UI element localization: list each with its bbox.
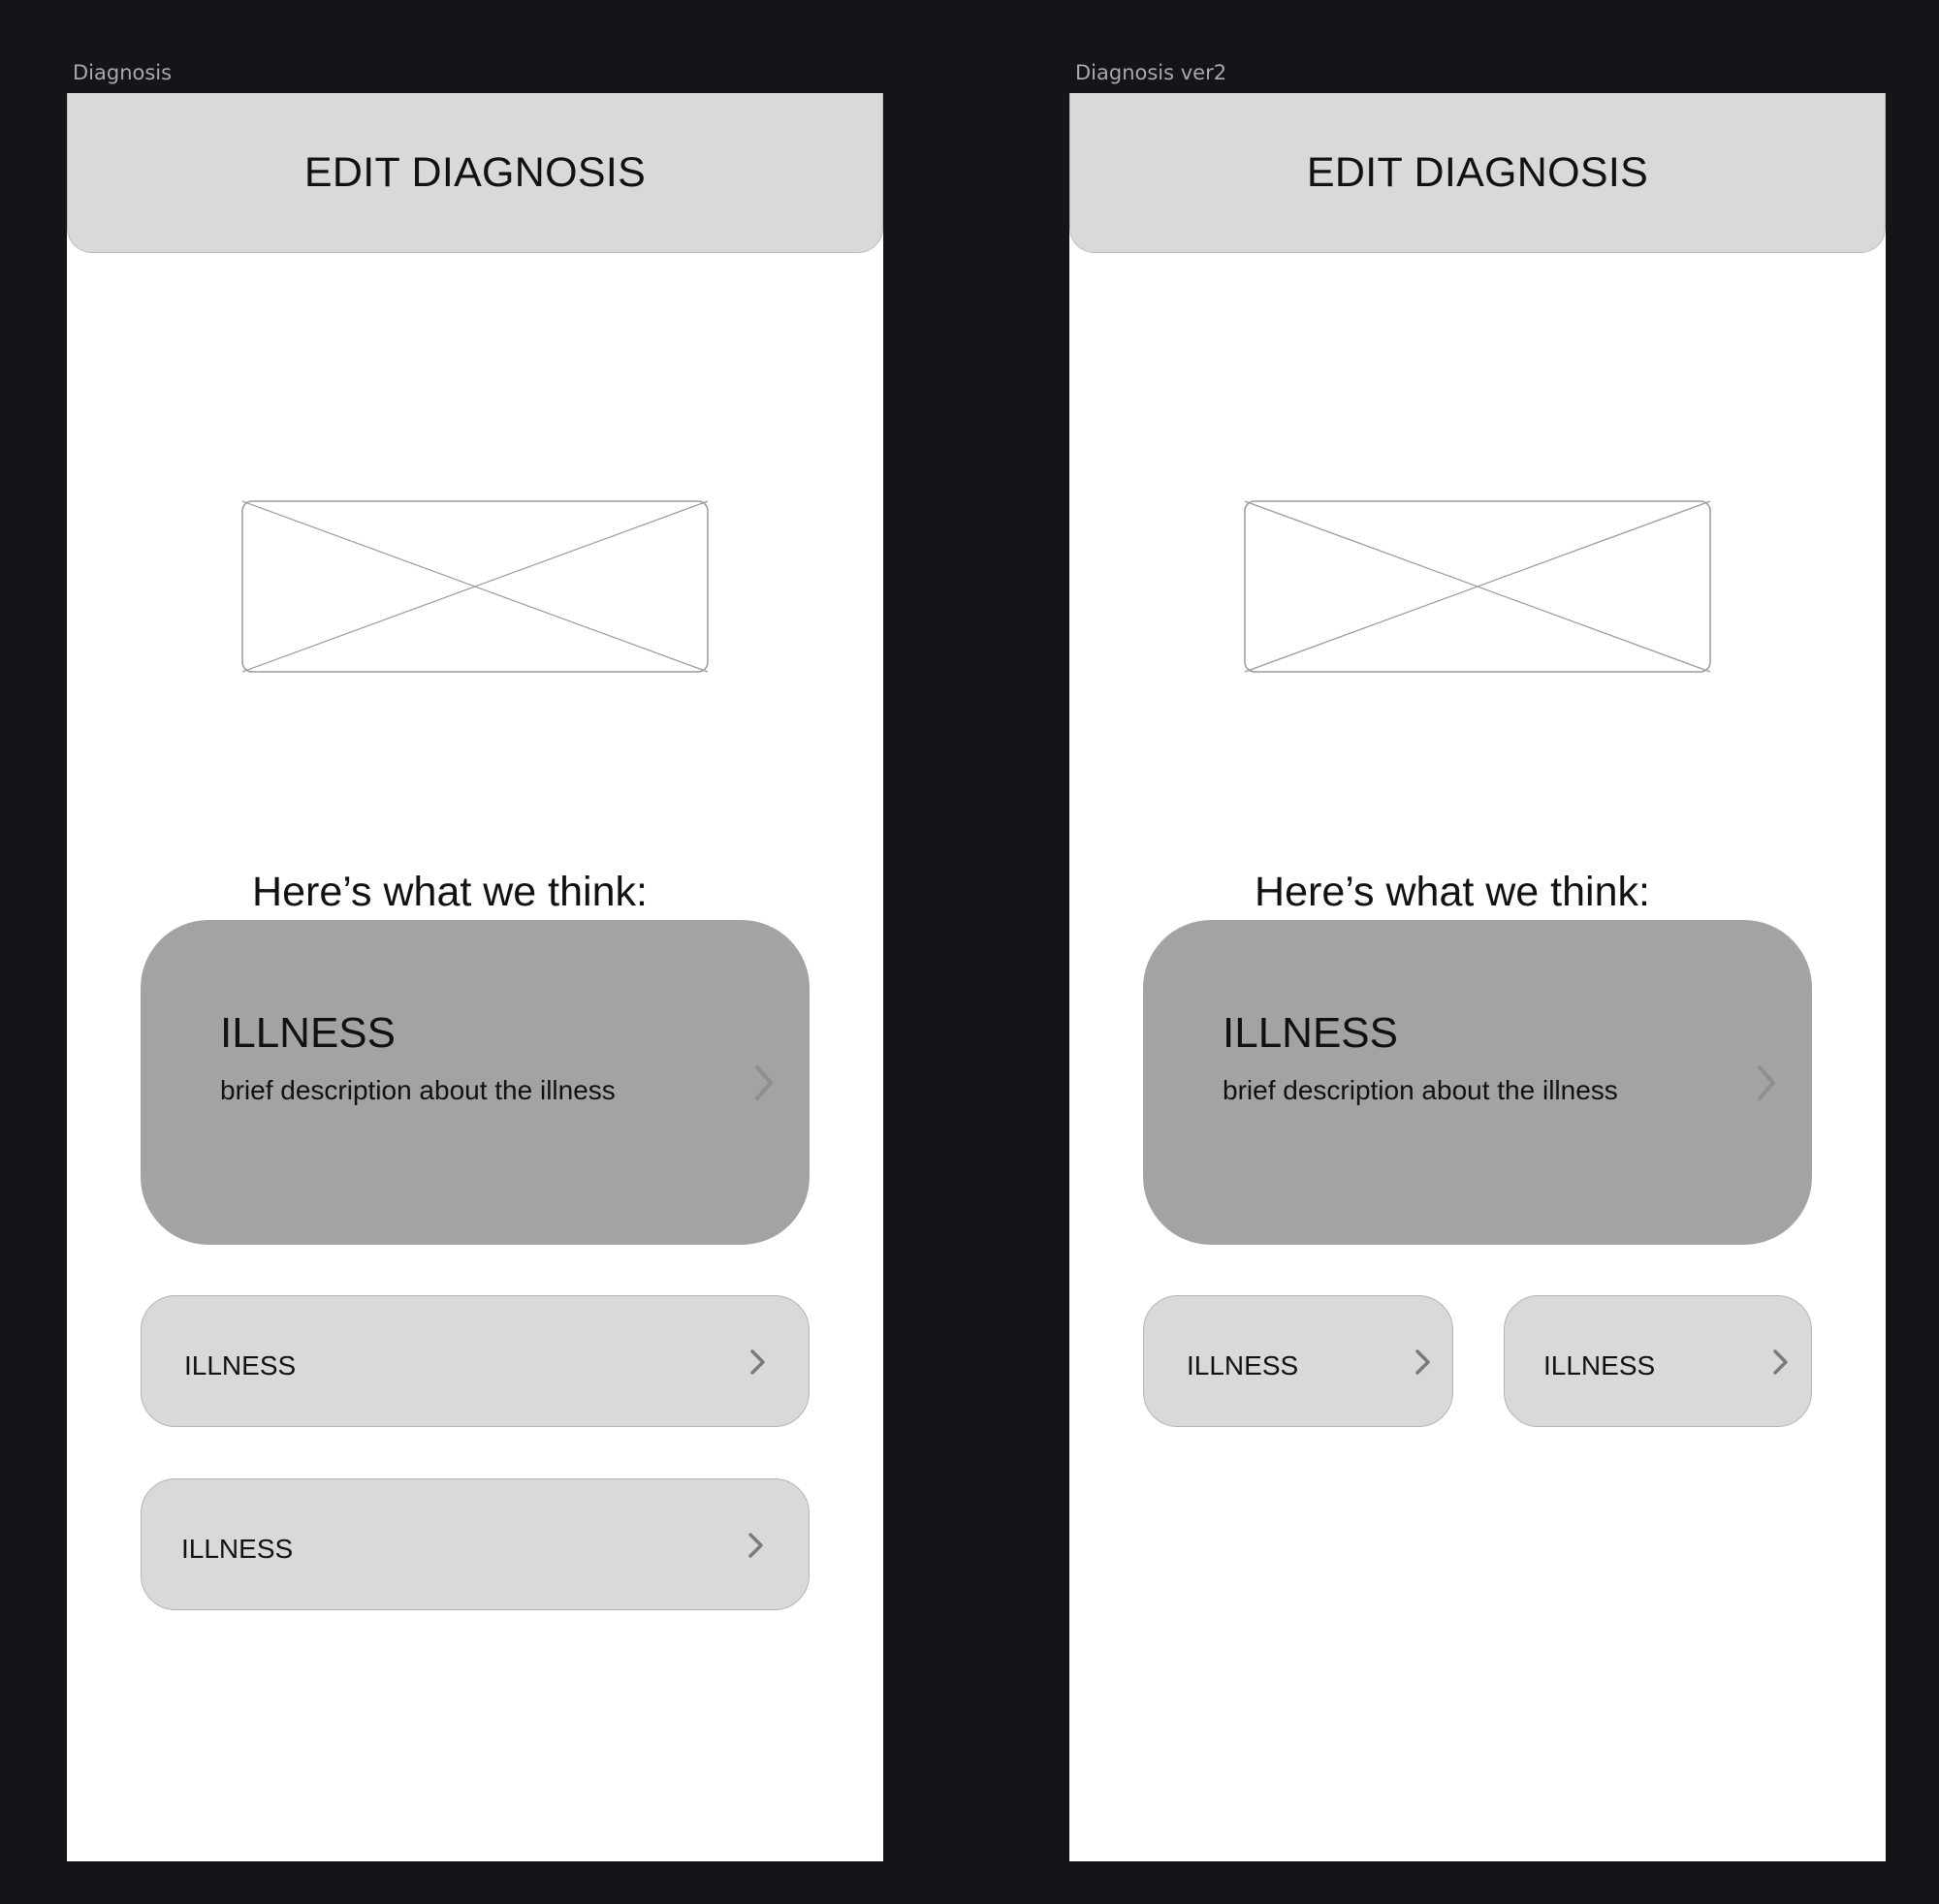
option-label: ILLNESS (184, 1350, 297, 1380)
primary-illness-title: ILLNESS (220, 1009, 396, 1057)
primary-illness-description: brief description about the illness (220, 1075, 616, 1105)
option-label: ILLNESS (1187, 1350, 1299, 1380)
alternative-diagnosis-option[interactable]: ILLNESS (1504, 1295, 1812, 1427)
header-title: EDIT DIAGNOSIS (1306, 148, 1649, 196)
frame-diagnosis-ver2: EDIT DIAGNOSIS Here’s what we think: ILL… (1069, 93, 1886, 1861)
chevron-right-icon (1772, 1349, 1790, 1380)
primary-diagnosis-card[interactable]: ILLNESS brief description about the illn… (1143, 920, 1812, 1245)
frame-diagnosis: EDIT DIAGNOSIS Here’s what we think: ILL… (67, 93, 883, 1861)
header-title: EDIT DIAGNOSIS (303, 148, 647, 196)
option-label: ILLNESS (181, 1534, 294, 1564)
primary-illness-title: ILLNESS (1223, 1009, 1398, 1057)
diagnosis-subtitle: Here’s what we think: (1255, 869, 1650, 915)
header-bar: EDIT DIAGNOSIS (67, 93, 883, 253)
alternative-diagnosis-option[interactable]: ILLNESS (141, 1295, 810, 1427)
alternative-diagnosis-option[interactable]: ILLNESS (1143, 1295, 1453, 1427)
header-bar: EDIT DIAGNOSIS (1069, 93, 1886, 253)
image-placeholder-icon (241, 500, 709, 673)
frame-label-diagnosis: Diagnosis (73, 61, 173, 84)
chevron-right-icon (1415, 1349, 1432, 1380)
primary-diagnosis-card[interactable]: ILLNESS brief description about the illn… (141, 920, 810, 1245)
chevron-right-icon (749, 1349, 767, 1380)
chevron-right-icon (747, 1532, 765, 1564)
chevron-right-icon (1756, 1063, 1777, 1107)
alternative-diagnosis-option[interactable]: ILLNESS (141, 1478, 810, 1610)
diagnosis-subtitle: Here’s what we think: (252, 869, 648, 915)
primary-illness-description: brief description about the illness (1223, 1075, 1618, 1105)
chevron-right-icon (753, 1063, 775, 1107)
frame-label-diagnosis-ver2: Diagnosis ver2 (1075, 61, 1227, 84)
option-label: ILLNESS (1543, 1350, 1656, 1380)
image-placeholder-icon (1244, 500, 1711, 673)
